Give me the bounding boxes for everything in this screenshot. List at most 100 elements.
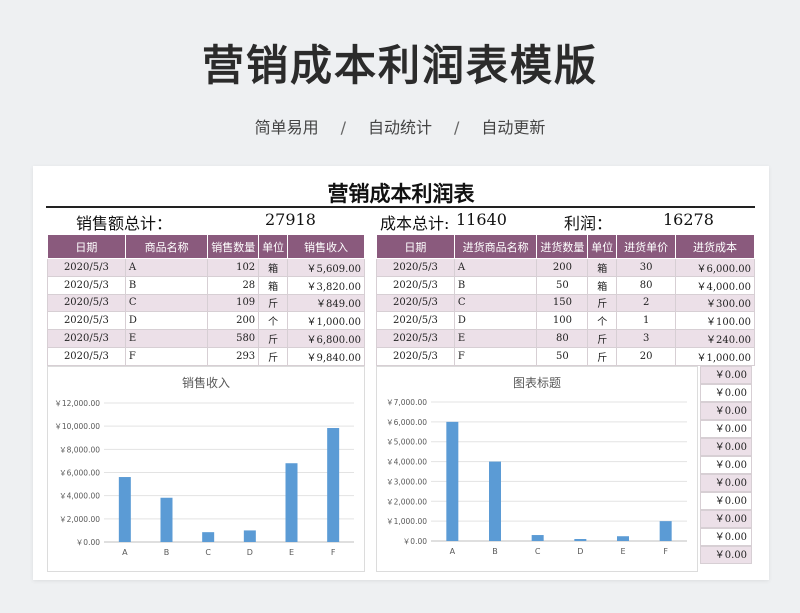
table-cell[interactable]: D [124, 311, 209, 331]
column-header: 单位 [587, 234, 618, 259]
table-cell[interactable]: 20 [616, 346, 677, 366]
table-cell[interactable]: C [124, 293, 209, 313]
table-cell[interactable]: A [124, 258, 209, 277]
table-cell[interactable]: 50 [536, 346, 589, 366]
table-cell[interactable]: 2020/5/3 [376, 346, 455, 366]
table-cell[interactable]: ￥240.00 [675, 329, 755, 348]
table-cell[interactable]: 斤 [587, 293, 618, 313]
table-cell[interactable]: 200 [536, 258, 589, 277]
table-cell[interactable]: 28 [207, 275, 260, 295]
table-cell[interactable]: 2020/5/3 [376, 258, 455, 277]
table-row: 2020/5/3 F 293 斤 ￥9,840.00 [47, 346, 365, 366]
table-row: 2020/5/3 B 50 箱 80 ￥4,000.00 [376, 275, 755, 295]
profit-cell[interactable]: ￥0.00 [700, 402, 752, 420]
sales-revenue-chart-svg: 销售收入 ￥0.00 ￥2,000.00 ￥4,000.00 ￥6,000.00 ￥8,0… [54, 375, 354, 557]
table-cell[interactable]: 293 [207, 346, 260, 366]
table-cell[interactable]: 200 [207, 311, 260, 331]
y-tick-label: ￥12,000.00 [54, 399, 100, 408]
profit-cell[interactable]: ￥0.00 [700, 528, 752, 546]
table-cell[interactable]: 100 [536, 311, 589, 331]
table-cell[interactable]: 箱 [258, 275, 289, 295]
profit-cell[interactable]: ￥0.00 [700, 510, 752, 528]
table-cell[interactable]: 2020/5/3 [47, 275, 126, 295]
table-cell[interactable]: 2020/5/3 [376, 329, 455, 348]
sales-total-label: 销售额总计： [76, 214, 173, 233]
sales-total-value: 27918 [265, 210, 316, 229]
table-cell[interactable]: 2020/5/3 [47, 293, 126, 313]
table-cell[interactable]: D [453, 311, 538, 331]
table-cell[interactable]: 2020/5/3 [376, 275, 455, 295]
table-cell[interactable]: 3 [616, 329, 677, 348]
y-tick-label: ￥1,000.00 [386, 517, 427, 526]
table-cell[interactable]: 斤 [258, 329, 289, 348]
table-cell[interactable]: 80 [616, 275, 677, 295]
table-cell[interactable]: 2020/5/3 [47, 329, 126, 348]
table-cell[interactable]: 580 [207, 329, 260, 348]
table-cell[interactable]: ￥100.00 [675, 311, 755, 331]
y-tick-label: ￥8,000.00 [59, 445, 100, 454]
table-cell[interactable]: 2020/5/3 [47, 258, 126, 277]
table-cell[interactable]: F [124, 346, 209, 366]
table-cell[interactable]: 2020/5/3 [47, 311, 126, 331]
table-cell[interactable]: B [453, 275, 538, 295]
x-tick-label: D [577, 547, 583, 556]
table-cell[interactable]: A [453, 258, 538, 277]
purchase-cost-chart: 图表标题 ￥0.00 ￥1,000.00 ￥2,000.00 ￥3,000.00 ￥4,0… [376, 366, 698, 572]
table-cell[interactable]: ￥9,840.00 [287, 346, 365, 366]
table-cell[interactable]: E [453, 329, 538, 348]
table-cell[interactable]: 50 [536, 275, 589, 295]
x-tick-label: F [663, 547, 668, 556]
table-cell[interactable]: ￥1,000.00 [287, 311, 365, 331]
table-cell[interactable]: ￥300.00 [675, 293, 755, 313]
table-cell[interactable]: 150 [536, 293, 589, 313]
table-cell[interactable]: 个 [258, 311, 289, 331]
y-tick-label: ￥10,000.00 [54, 422, 100, 431]
profit-cell[interactable]: ￥0.00 [700, 456, 752, 474]
column-header: 进货成本 [675, 234, 755, 259]
y-tick-label: ￥0.00 [403, 537, 427, 546]
table-cell[interactable]: 2020/5/3 [376, 311, 455, 331]
table-cell[interactable]: 斤 [258, 346, 289, 366]
profit-cell[interactable]: ￥0.00 [700, 366, 752, 384]
table-cell[interactable]: ￥6,800.00 [287, 329, 365, 348]
purchase-cost-chart-svg: 图表标题 ￥0.00 ￥1,000.00 ￥2,000.00 ￥3,000.00 ￥4,0… [386, 376, 687, 556]
table-cell[interactable]: 斤 [587, 346, 618, 366]
x-tick-label: F [331, 548, 336, 557]
profit-cell[interactable]: ￥0.00 [700, 438, 752, 456]
table-cell[interactable]: ￥849.00 [287, 293, 365, 313]
table-cell[interactable]: C [453, 293, 538, 313]
bar-F [327, 428, 340, 542]
table-cell[interactable]: ￥5,609.00 [287, 258, 365, 277]
table-cell[interactable]: 109 [207, 293, 260, 313]
table-cell[interactable]: B [124, 275, 209, 295]
profit-cell[interactable]: ￥0.00 [700, 546, 752, 564]
column-header: 进货数量 [536, 234, 589, 259]
table-cell[interactable]: 斤 [587, 329, 618, 348]
table-cell[interactable]: 2020/5/3 [376, 293, 455, 313]
table-cell[interactable]: 2 [616, 293, 677, 313]
profit-cell[interactable]: ￥0.00 [700, 420, 752, 438]
table-cell[interactable]: 102 [207, 258, 260, 277]
profit-cell[interactable]: ￥0.00 [700, 492, 752, 510]
bar-B [160, 497, 173, 542]
table-cell[interactable]: 箱 [587, 258, 618, 277]
table-cell[interactable]: 箱 [587, 275, 618, 295]
table-cell[interactable]: 个 [587, 311, 618, 331]
table-cell[interactable]: 2020/5/3 [47, 346, 126, 366]
profit-cell[interactable]: ￥0.00 [700, 384, 752, 402]
table-cell[interactable]: 1 [616, 311, 677, 331]
title-divider [46, 206, 755, 208]
table-cell[interactable]: 30 [616, 258, 677, 277]
table-cell[interactable]: ￥4,000.00 [675, 275, 755, 295]
y-tick-label: ￥6,000.00 [59, 469, 100, 478]
profit-cell[interactable]: ￥0.00 [700, 474, 752, 492]
table-cell[interactable]: 80 [536, 329, 589, 348]
table-cell[interactable]: 箱 [258, 258, 289, 277]
table-cell[interactable]: E [124, 329, 209, 348]
table-cell[interactable]: F [453, 346, 538, 366]
table-cell[interactable]: ￥1,000.00 [675, 346, 755, 366]
table-cell[interactable]: ￥3,820.00 [287, 275, 365, 295]
table-cell[interactable]: ￥6,000.00 [675, 258, 755, 277]
table-cell[interactable]: 斤 [258, 293, 289, 313]
x-tick-label: B [492, 547, 498, 556]
